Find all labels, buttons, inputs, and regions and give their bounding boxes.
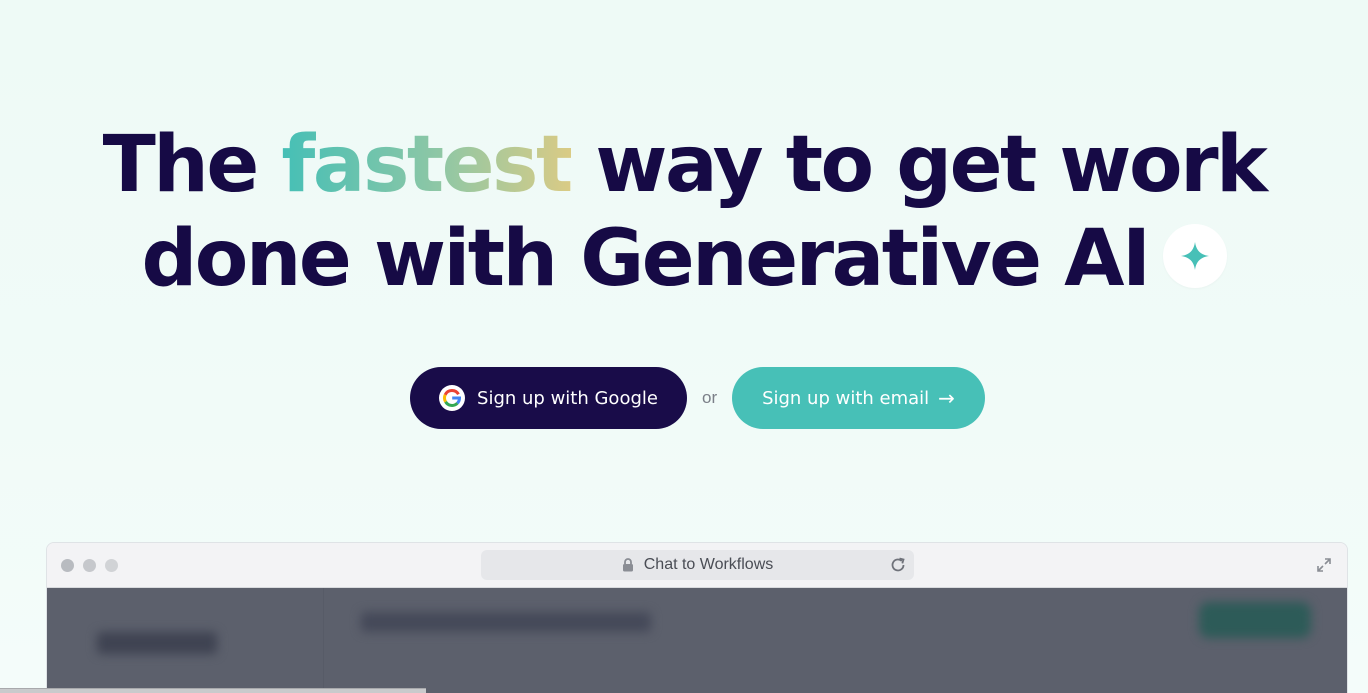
window-close-dot bbox=[61, 559, 74, 572]
sign-up-google-button[interactable]: Sign up with Google bbox=[410, 367, 687, 429]
hero-headline: The fastest way to get work done with Ge… bbox=[0, 118, 1368, 306]
headline-line-1: The fastest way to get work bbox=[0, 118, 1368, 212]
headline-line-2: done with Generative AI bbox=[0, 212, 1368, 306]
google-button-label: Sign up with Google bbox=[477, 387, 658, 409]
headline-part-2: way to get work bbox=[570, 120, 1267, 210]
browser-toolbar: Chat to Workflows bbox=[47, 543, 1347, 588]
window-minimize-dot bbox=[83, 559, 96, 572]
cta-row: Sign up with Google or Sign up with emai… bbox=[0, 367, 1368, 429]
headline-highlight: fastest bbox=[281, 120, 573, 210]
or-separator: or bbox=[702, 388, 718, 407]
preview-sidebar-divider bbox=[323, 588, 324, 693]
expand-icon[interactable] bbox=[1317, 558, 1331, 577]
arrow-right-icon: → bbox=[938, 386, 955, 410]
bottom-edge-strip bbox=[0, 688, 426, 693]
email-button-label: Sign up with email bbox=[762, 387, 930, 409]
window-zoom-dot bbox=[105, 559, 118, 572]
lock-icon bbox=[622, 558, 634, 572]
sign-up-email-button[interactable]: Sign up with email → bbox=[732, 367, 985, 429]
blurred-button-placeholder bbox=[1199, 602, 1311, 638]
headline-part-1: The bbox=[102, 120, 282, 210]
headline-line-2-text: done with Generative AI bbox=[141, 214, 1151, 304]
blurred-logo-placeholder bbox=[97, 632, 217, 654]
address-text: Chat to Workflows bbox=[643, 556, 774, 573]
hero-section: The fastest way to get work done with Ge… bbox=[0, 118, 1368, 306]
address-bar[interactable]: Chat to Workflows bbox=[481, 550, 914, 580]
sparkle-badge bbox=[1162, 223, 1227, 288]
blurred-title-placeholder bbox=[361, 612, 651, 632]
google-logo-icon bbox=[439, 385, 466, 411]
sparkle-icon bbox=[1180, 241, 1209, 270]
browser-content-preview bbox=[47, 588, 1347, 693]
reload-icon[interactable] bbox=[889, 556, 907, 579]
browser-preview: Chat to Workflows bbox=[46, 542, 1348, 693]
